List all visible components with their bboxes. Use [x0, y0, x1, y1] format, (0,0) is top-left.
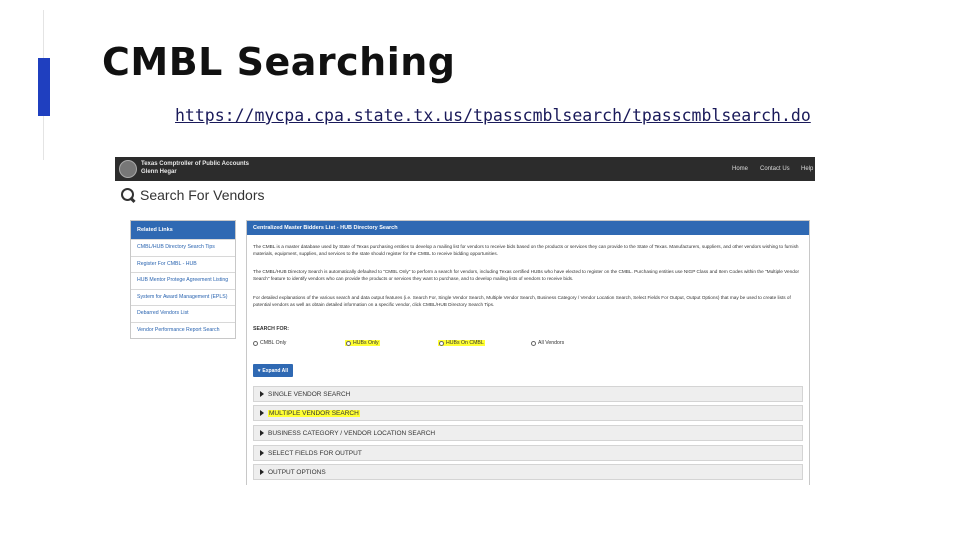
- search-icon: [121, 188, 135, 202]
- caret-right-icon: [260, 430, 264, 436]
- section-single-vendor[interactable]: SINGLE VENDOR SEARCH: [253, 386, 803, 402]
- section-select-fields[interactable]: SELECT FIELDS FOR OUTPUT: [253, 445, 803, 461]
- section-label: SINGLE VENDOR SEARCH: [268, 390, 351, 398]
- highlight: HUBs On CMBL: [438, 340, 485, 346]
- related-links-sidebar: Related Links CMBL/HUB Directory Search …: [130, 220, 236, 339]
- sidebar-item-mentor-protege[interactable]: HUB Mentor Protege Agreement Listing: [131, 272, 235, 289]
- caret-right-icon: [260, 410, 264, 416]
- agency-line-1: Texas Comptroller of Public Accounts: [141, 161, 250, 167]
- panel-title: Centralized Master Bidders List - HUB Di…: [247, 221, 809, 235]
- state-seal-icon: [119, 160, 137, 178]
- nav-contact-us[interactable]: Contact Us: [760, 166, 790, 172]
- page-heading: Search For Vendors: [121, 187, 265, 203]
- expand-all-button[interactable]: ▾ Expand All: [253, 364, 293, 377]
- nav-help[interactable]: Help: [801, 166, 813, 172]
- radio-all-vendors[interactable]: All Vendors: [531, 340, 564, 346]
- directory-search-panel: Centralized Master Bidders List - HUB Di…: [246, 220, 810, 485]
- slide-title: CMBL Searching: [102, 40, 456, 84]
- expand-icon: ▾: [257, 367, 261, 374]
- slide-accent-bar: [38, 58, 50, 116]
- section-label: MULTIPLE VENDOR SEARCH: [268, 409, 360, 417]
- site-header: Texas Comptroller of Public Accounts Gle…: [115, 157, 815, 181]
- radio-hubs-only[interactable]: HUBs Only: [345, 340, 380, 346]
- radio-label: CMBL Only: [260, 340, 287, 346]
- radio-circle-icon: [253, 340, 258, 346]
- section-label: BUSINESS CATEGORY / VENDOR LOCATION SEAR…: [268, 429, 436, 437]
- intro-paragraph: The CMBL is a master database used by St…: [253, 244, 799, 256]
- section-multiple-vendor[interactable]: MULTIPLE VENDOR SEARCH: [253, 405, 803, 421]
- sidebar-item-search-tips[interactable]: CMBL/HUB Directory Search Tips: [131, 239, 235, 256]
- agency-name: Texas Comptroller of Public Accounts Gle…: [141, 161, 249, 176]
- slide-url-link[interactable]: https://mycpa.cpa.state.tx.us/tpasscmbls…: [175, 106, 811, 125]
- default-search-paragraph: The CMBL/HUB Directory Search is automat…: [253, 269, 800, 281]
- section-label: OUTPUT OPTIONS: [268, 468, 326, 476]
- sidebar-item-performance-report[interactable]: Vendor Performance Report Search: [131, 321, 235, 339]
- sidebar-item-debarred[interactable]: Debarred Vendors List: [131, 305, 235, 322]
- radio-hubs-on-cmbl[interactable]: HUBs On CMBL: [438, 340, 485, 346]
- sidebar-title: Related Links: [131, 221, 235, 239]
- section-business-category[interactable]: BUSINESS CATEGORY / VENDOR LOCATION SEAR…: [253, 425, 803, 441]
- section-output-options[interactable]: OUTPUT OPTIONS: [253, 464, 803, 480]
- radio-label: HUBs Only: [353, 340, 379, 346]
- sidebar-item-award-management[interactable]: System for Award Management (EPLS): [131, 288, 235, 306]
- radio-label: HUBs On CMBL: [446, 340, 484, 346]
- radio-circle-icon: [439, 340, 444, 346]
- radio-circle-icon: [346, 340, 351, 346]
- page-heading-text: Search For Vendors: [140, 187, 265, 203]
- expand-all-label: Expand All: [262, 367, 289, 374]
- caret-right-icon: [260, 469, 264, 475]
- sidebar-item-register[interactable]: Register For CMBL - HUB: [131, 255, 235, 273]
- agency-line-2: Glenn Hegar: [141, 168, 177, 175]
- section-label: SELECT FIELDS FOR OUTPUT: [268, 449, 362, 457]
- radio-circle-icon: [531, 340, 536, 346]
- highlight: HUBs Only: [345, 340, 380, 346]
- caret-right-icon: [260, 391, 264, 397]
- radio-cmbl-only[interactable]: CMBL Only: [253, 340, 286, 346]
- nav-home[interactable]: Home: [732, 166, 748, 172]
- website-screenshot: Texas Comptroller of Public Accounts Gle…: [115, 157, 815, 485]
- tips-paragraph: For detailed explanations of the various…: [253, 295, 791, 307]
- caret-right-icon: [260, 450, 264, 456]
- radio-label: All Vendors: [538, 340, 565, 346]
- search-for-label: SEARCH FOR:: [253, 326, 290, 332]
